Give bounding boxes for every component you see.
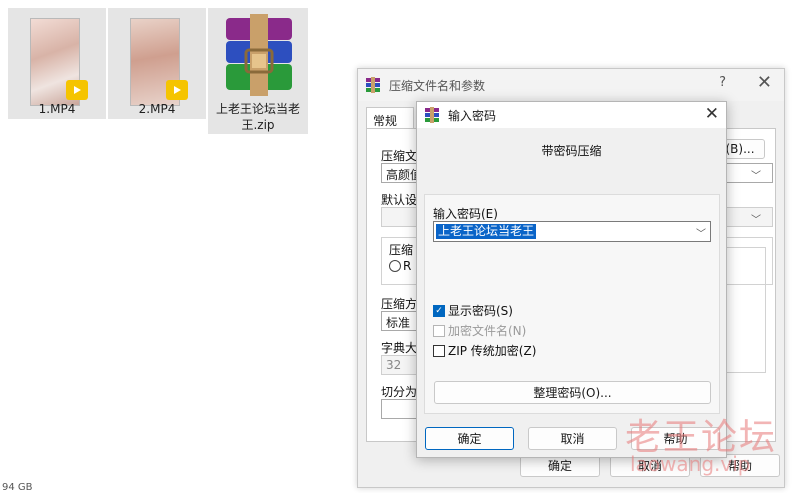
organize-passwords-button[interactable]: 整理密码(O)...: [434, 381, 711, 404]
file-tile-1-mp4[interactable]: 1.MP4: [8, 8, 106, 119]
file-tile-zip[interactable]: 上老王论坛当老 王.zip: [208, 8, 308, 134]
chevron-down-icon[interactable]: ﹀: [751, 167, 761, 182]
format-radio[interactable]: [389, 260, 401, 272]
password-dialog-heading: 带密码压缩: [541, 144, 602, 158]
chevron-down-icon[interactable]: ﹀: [751, 211, 761, 226]
split-volumes-label: 切分为: [381, 385, 418, 399]
archive-dialog-title: 压缩文件名和参数: [389, 78, 486, 93]
help-question-button[interactable]: ?: [719, 75, 726, 90]
zip-legacy-encryption-checkbox[interactable]: ZIP 传统加密(Z): [433, 342, 536, 359]
enter-password-dialog: 输入密码 ✕ 带密码压缩 输入密码(E) 上老王论坛当老王 ﹀ ✓ 显示密码(S…: [416, 101, 727, 458]
winrar-archive-icon: [226, 14, 292, 96]
file-name: 2.MP4: [138, 102, 176, 116]
tab-general[interactable]: 常规: [366, 107, 414, 129]
winrar-app-icon: [366, 77, 380, 93]
password-field-label: 输入密码(E): [433, 207, 498, 221]
format-group-label: 压缩: [389, 243, 414, 257]
password-cancel-button[interactable]: 取消: [528, 427, 617, 450]
file-tile-2-mp4[interactable]: 2.MP4: [108, 8, 206, 119]
password-dialog-titlebar[interactable]: 输入密码: [417, 102, 726, 128]
encrypt-filenames-checkbox[interactable]: 加密文件名(N): [433, 322, 526, 339]
show-password-checkbox[interactable]: ✓ 显示密码(S): [433, 302, 513, 319]
winrar-app-icon: [425, 107, 439, 123]
status-bar-size-text: 94 GB: [2, 482, 33, 493]
show-password-label: 显示密码(S): [448, 304, 513, 318]
file-name-line1: 上老王论坛当老: [215, 102, 300, 116]
method-label: 压缩方: [381, 297, 418, 311]
dictionary-size-label: 字典大: [381, 341, 418, 355]
player-badge-icon: [66, 80, 88, 100]
desktop: 1.MP4 2.MP4 上老王论坛当老 王.zip 94 GB 压缩文件名和参数…: [0, 0, 800, 493]
player-badge-icon: [166, 80, 188, 100]
encrypt-filenames-label: 加密文件名(N): [448, 324, 527, 338]
format-radio-label: R: [403, 259, 412, 273]
profile-label: 默认设: [381, 193, 418, 207]
password-dialog-title: 输入密码: [448, 108, 497, 123]
checkmark-icon: ✓: [433, 304, 445, 317]
file-name: 1.MP4: [38, 102, 76, 116]
password-input[interactable]: 上老王论坛当老王 ﹀: [433, 221, 711, 242]
close-icon[interactable]: ✕: [757, 72, 772, 93]
chevron-down-icon[interactable]: ﹀: [696, 225, 706, 240]
options-group: [722, 247, 766, 373]
password-value: 上老王论坛当老王: [436, 224, 537, 239]
archive-name-label: 压缩文: [381, 149, 418, 163]
file-name-line2: 王.zip: [241, 118, 275, 132]
close-icon[interactable]: ✕: [705, 104, 719, 124]
password-ok-button[interactable]: 确定: [425, 427, 514, 450]
zip-legacy-label: ZIP 传统加密(Z): [448, 344, 537, 358]
watermark-url: laowang.vip: [630, 452, 751, 476]
